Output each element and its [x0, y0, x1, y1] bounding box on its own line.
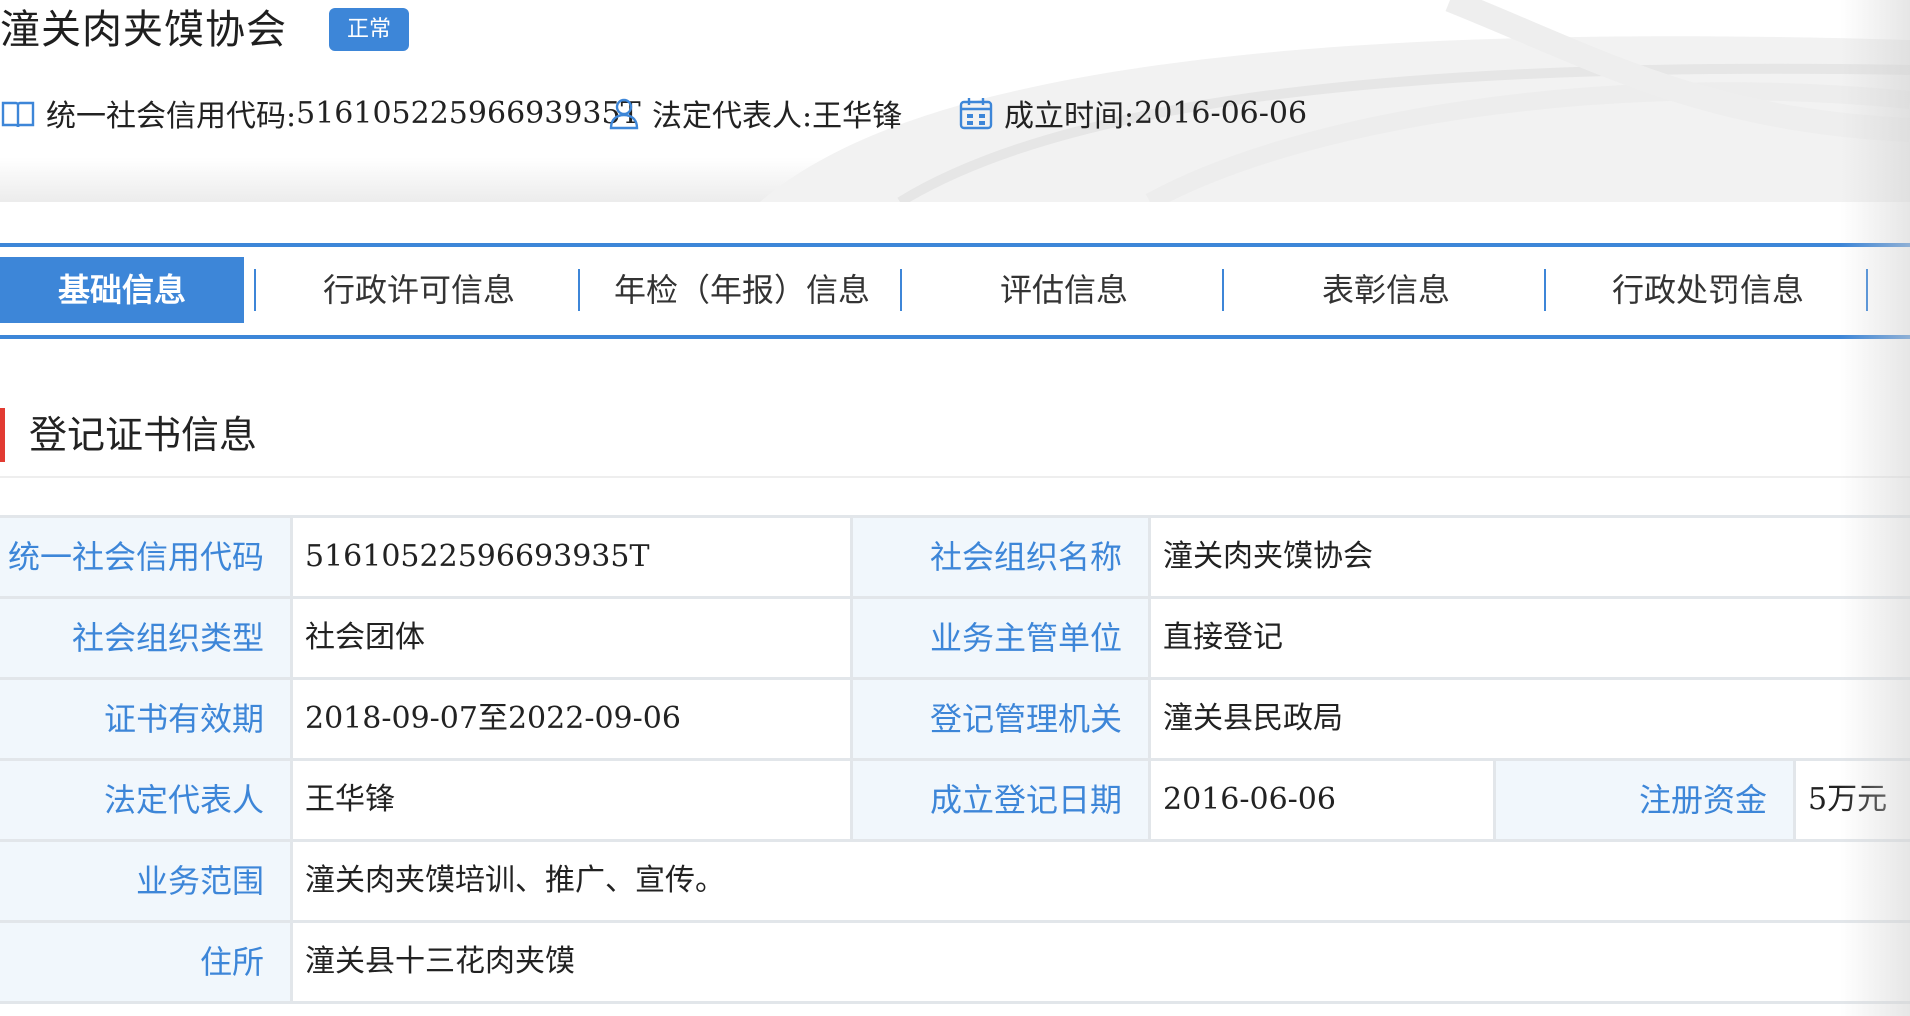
label-org-type: 社会组织类型 — [0, 599, 290, 677]
value-business-scope: 潼关肉夹馍培训、推广、宣传。 — [290, 842, 1910, 920]
value-org-name: 潼关肉夹馍协会 — [1148, 518, 1910, 596]
founded-meta: 成立时间: 2016-06-06 — [958, 88, 1307, 138]
value-registered-capital: 5万元 — [1793, 761, 1910, 839]
book-icon — [1, 101, 35, 128]
tab-administrative-license[interactable]: 行政许可信息 — [258, 257, 580, 323]
tab-separator — [1544, 269, 1546, 311]
calendar-icon — [959, 98, 993, 130]
label-registration-authority: 登记管理机关 — [850, 680, 1148, 758]
table-row: 法定代表人 王华锋 成立登记日期 2016-06-06 注册资金 5万元 — [0, 761, 1910, 842]
label-supervisor: 业务主管单位 — [850, 599, 1148, 677]
credit-code-meta: 统一社会信用代码: 51610522596693935T — [0, 88, 641, 138]
tab-basic-info[interactable]: 基础信息 — [0, 257, 244, 323]
tab-separator — [578, 269, 580, 311]
tab-commendation[interactable]: 表彰信息 — [1226, 257, 1546, 323]
value-cert-validity: 2018-09-07至2022-09-06 — [290, 680, 850, 758]
value-credit-code: 51610522596693935T — [290, 518, 850, 596]
credit-code-value: 51610522596693935T — [296, 95, 641, 131]
table-row: 社会组织类型 社会团体 业务主管单位 直接登记 — [0, 599, 1910, 680]
table-row: 住所 潼关县十三花肉夹馍 — [0, 923, 1910, 1004]
label-founding-date: 成立登记日期 — [850, 761, 1148, 839]
founded-label: 成立时间: — [1004, 99, 1135, 134]
tab-bar: 基础信息 行政许可信息 年检（年报）信息 评估信息 表彰信息 行政处罚信息 — [0, 243, 1910, 339]
section-title: 登记证书信息 — [0, 408, 257, 462]
legal-rep-value: 王华锋 — [812, 99, 903, 134]
value-founding-date: 2016-06-06 — [1148, 761, 1493, 839]
label-org-name: 社会组织名称 — [850, 518, 1148, 596]
label-business-scope: 业务范围 — [0, 842, 290, 920]
label-registered-capital: 注册资金 — [1493, 761, 1793, 839]
founded-value: 2016-06-06 — [1134, 95, 1308, 131]
table-row: 证书有效期 2018-09-07至2022-09-06 登记管理机关 潼关县民政… — [0, 680, 1910, 761]
value-legal-rep: 王华锋 — [290, 761, 850, 839]
status-badge: 正常 — [329, 8, 409, 51]
tab-separator — [254, 269, 256, 311]
value-address: 潼关县十三花肉夹馍 — [290, 923, 1910, 1001]
org-header: 潼关肉夹馍协会 正常 统一社会信用代码: 51610522596693935T … — [0, 0, 1910, 202]
label-address: 住所 — [0, 923, 290, 1001]
legal-rep-meta: 法定代表人: 王华锋 — [606, 88, 902, 138]
tab-administrative-penalty[interactable]: 行政处罚信息 — [1548, 257, 1868, 323]
tab-evaluation[interactable]: 评估信息 — [904, 257, 1224, 323]
table-row: 业务范围 潼关肉夹馍培训、推广、宣传。 — [0, 842, 1910, 923]
tab-separator — [1222, 269, 1224, 311]
table-row: 统一社会信用代码 51610522596693935T 社会组织名称 潼关肉夹馍… — [0, 518, 1910, 599]
tab-annual-inspection[interactable]: 年检（年报）信息 — [582, 257, 902, 323]
value-registration-authority: 潼关县民政局 — [1148, 680, 1910, 758]
section-divider — [0, 476, 1910, 478]
label-credit-code: 统一社会信用代码 — [0, 518, 290, 596]
credit-code-label: 统一社会信用代码: — [46, 99, 297, 134]
user-icon — [609, 98, 639, 130]
legal-rep-label: 法定代表人: — [652, 99, 813, 134]
value-supervisor: 直接登记 — [1148, 599, 1910, 677]
label-cert-validity: 证书有效期 — [0, 680, 290, 758]
tab-separator — [900, 269, 902, 311]
value-org-type: 社会团体 — [290, 599, 850, 677]
label-legal-rep: 法定代表人 — [0, 761, 290, 839]
org-title: 潼关肉夹馍协会 — [0, 7, 287, 53]
tab-separator — [1866, 269, 1868, 311]
